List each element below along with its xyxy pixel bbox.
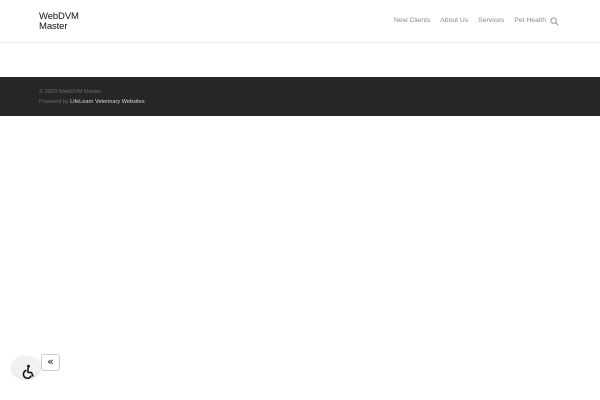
powered-by-prefix: Powered by <box>39 99 71 105</box>
powered-by-link[interactable]: LifeLearn Veterinary Websites <box>70 99 145 105</box>
powered-by-text: Powered by LifeLearn Veterinary Websites <box>39 99 145 105</box>
nav-item-about-us[interactable]: About Us <box>440 17 468 24</box>
wheelchair-icon <box>22 364 34 379</box>
accessibility-toggle[interactable] <box>12 356 40 379</box>
nav-item-pet-health[interactable]: Pet Health <box>514 17 546 24</box>
search-icon[interactable] <box>550 17 559 26</box>
main-nav: New Clients About Us Services Pet Health <box>394 17 556 24</box>
nav-item-services[interactable]: Services <box>478 17 504 24</box>
collapse-button[interactable]: « <box>41 354 60 371</box>
site-header: WebDVM Master New Clients About Us Servi… <box>0 0 600 43</box>
nav-item-new-clients[interactable]: New Clients <box>394 17 430 24</box>
site-logo[interactable]: WebDVM Master <box>39 12 79 31</box>
site-footer: © 2023 WebDVM Master. Powered by LifeLea… <box>0 77 600 116</box>
content-area <box>0 44 600 77</box>
logo-line-2: Master <box>39 20 68 32</box>
copyright-text: © 2023 WebDVM Master. <box>39 89 103 95</box>
accessibility-widget: « <box>10 352 60 382</box>
